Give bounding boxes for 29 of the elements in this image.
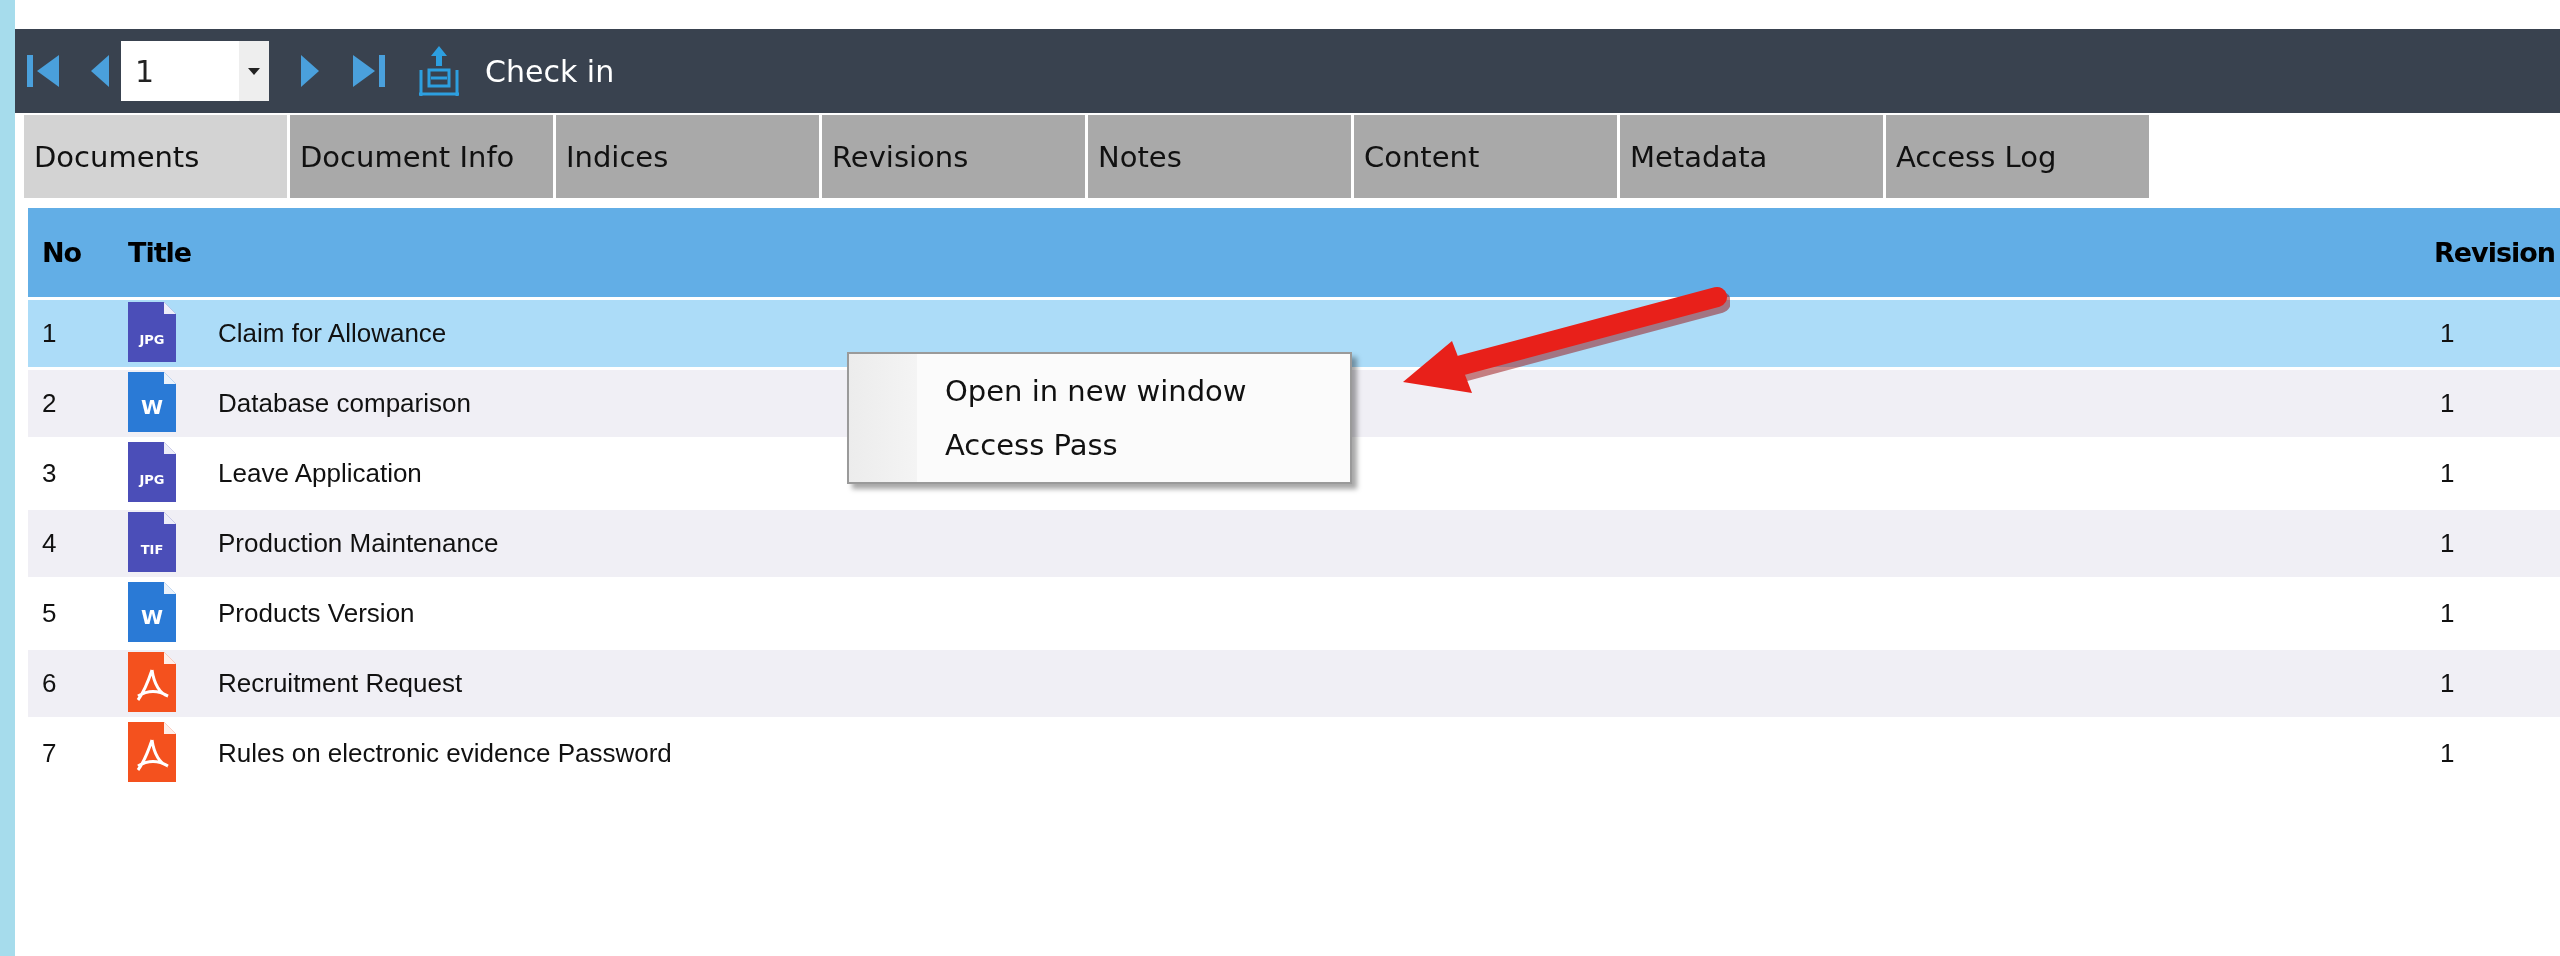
row-number: 5: [41, 598, 58, 629]
row-number: 7: [41, 738, 58, 769]
document-title: Leave Application: [218, 458, 422, 489]
revision-number: 1: [2439, 318, 2456, 349]
column-header: No: [41, 237, 83, 268]
row-number: 4: [41, 528, 58, 559]
document-title: Rules on electronic evidence Password: [218, 738, 672, 769]
word-file-icon: W: [128, 371, 176, 432]
column-header: Revision: [2433, 237, 2557, 268]
word-file-icon: W: [128, 581, 176, 642]
document-title: Production Maintenance: [218, 528, 499, 559]
revision-number: 1: [2439, 388, 2456, 419]
document-title: Products Version: [218, 598, 415, 629]
row-number: 2: [41, 388, 58, 419]
row-number: 3: [41, 458, 58, 489]
column-header: Title: [128, 237, 192, 268]
image-file-icon: JPG: [128, 441, 176, 502]
revision-number: 1: [2439, 598, 2456, 629]
document-title: Database comparison: [218, 388, 471, 419]
row-number: 1: [41, 318, 58, 349]
image-file-icon: TIF: [128, 511, 176, 572]
row-number: 6: [41, 668, 58, 699]
revision-number: 1: [2439, 738, 2456, 769]
revision-number: 1: [2439, 668, 2456, 699]
image-file-icon: JPG: [128, 301, 176, 362]
revision-number: 1: [2439, 458, 2456, 489]
document-title: Claim for Allowance: [218, 318, 447, 349]
revision-number: 1: [2439, 528, 2456, 559]
document-title: Recruitment Request: [218, 668, 463, 699]
